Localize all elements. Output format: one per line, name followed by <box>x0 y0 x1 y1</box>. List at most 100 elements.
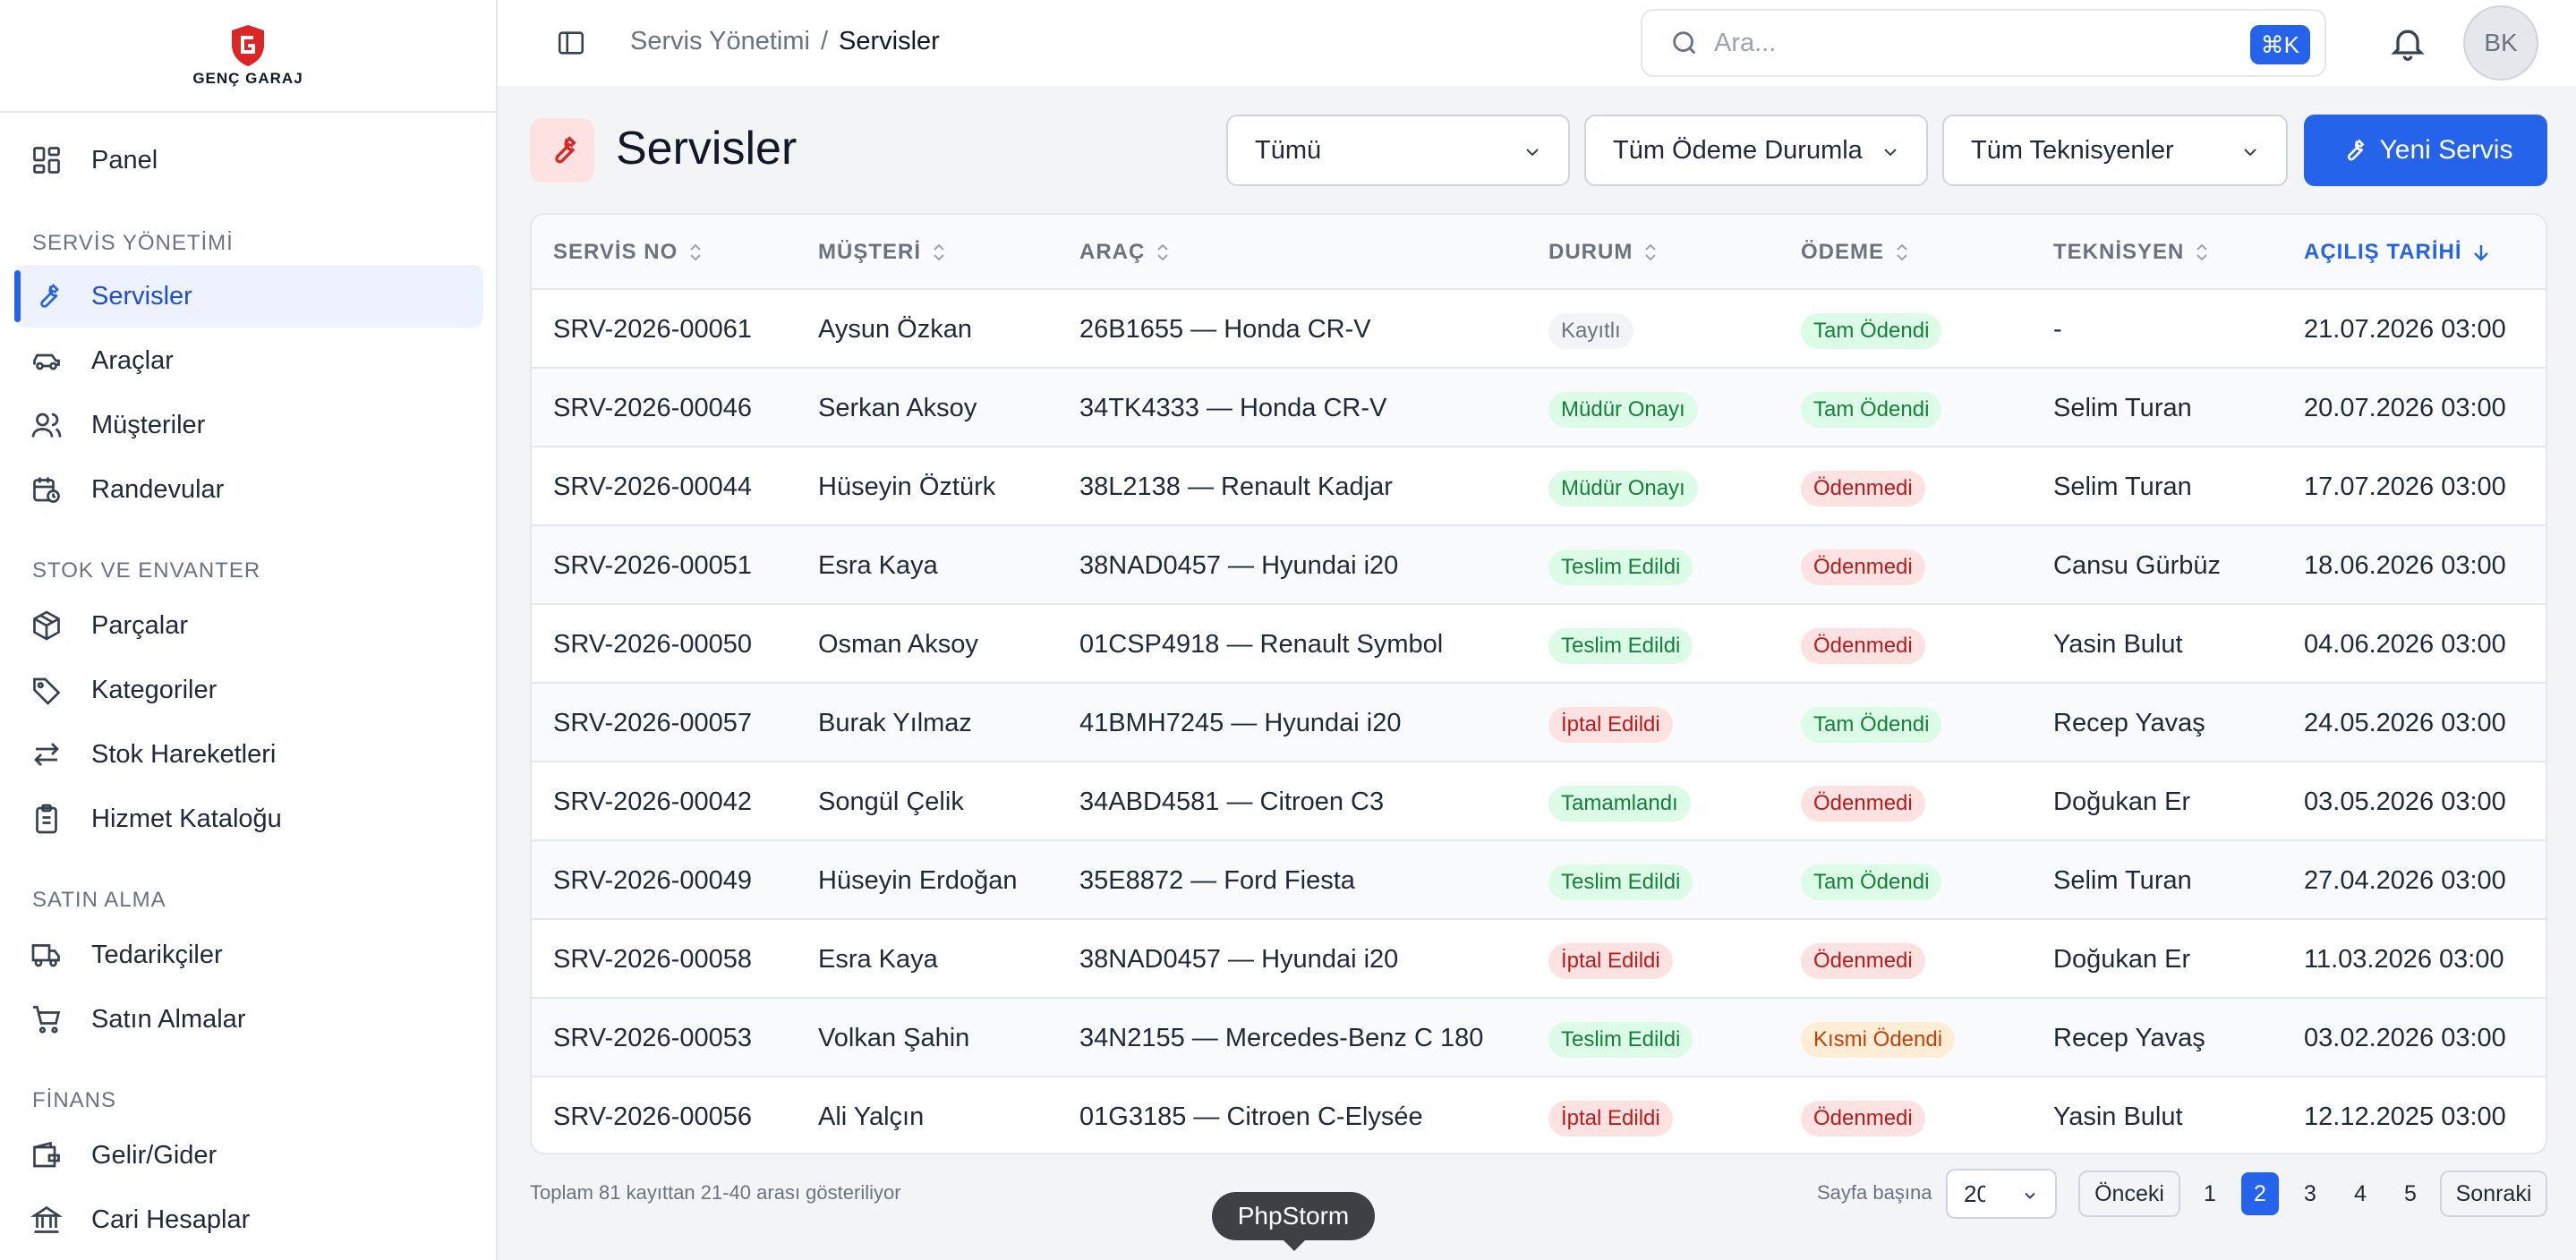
cell-service-no: SRV-2026-00049 <box>553 866 752 895</box>
cell-vehicle: 01G3185 — Citroen C-Elysée <box>1079 1102 1423 1131</box>
sidebar-item-parcalar[interactable]: Parçalar <box>14 594 483 657</box>
sidebar-item-cari-hesaplar[interactable]: Cari Hesaplar <box>14 1188 483 1251</box>
section-label-servis: SERVİS YÖNETİMİ <box>32 231 234 255</box>
sidebar-item-musteriler[interactable]: Müşteriler <box>14 394 483 456</box>
cell-service-no: SRV-2026-00057 <box>553 709 752 737</box>
truck-icon <box>29 937 64 973</box>
sidebar-item-tedarikciler[interactable]: Tedarikçiler <box>14 924 483 986</box>
avatar[interactable]: BK <box>2463 5 2538 81</box>
shield-logo-icon <box>232 25 264 66</box>
sidebar-item-servisler[interactable]: Servisler <box>14 265 483 328</box>
sidebar-item-randevular[interactable]: Randevular <box>14 458 483 521</box>
column-header-musteri[interactable]: MÜŞTERİ <box>818 240 948 265</box>
column-header-durum[interactable]: DURUM <box>1548 240 1659 265</box>
column-header-odeme[interactable]: ÖDEME <box>1801 240 1911 265</box>
sidebar-item-panel[interactable]: Panel <box>14 129 483 192</box>
technician-filter-select[interactable]: Tüm Teknisyenler <box>1942 115 2288 186</box>
table-row[interactable]: SRV-2026-00049 Hüseyin Erdoğan 35E8872 — F… <box>532 841 2546 920</box>
sort-icon <box>1897 243 1907 261</box>
search-box[interactable]: ⌘K <box>1641 9 2326 77</box>
table-row[interactable]: SRV-2026-00056 Ali Yalçın 01G3185 — Citroe… <box>532 1077 2546 1153</box>
payment-badge: Ödenmedi <box>1801 786 1925 822</box>
payment-badge: Tam Ödendi <box>1801 707 1942 743</box>
status-badge: Kayıtlı <box>1548 313 1633 349</box>
pagination-summary: Toplam 81 kayıttan 21-40 arası gösterili… <box>530 1181 901 1204</box>
status-badge: İptal Edildi <box>1548 943 1673 979</box>
table-row[interactable]: SRV-2026-00046 Serkan Aksoy 34TK4333 — Hon… <box>532 369 2546 447</box>
new-service-button[interactable]: Yeni Servis <box>2304 115 2547 186</box>
payment-filter-select[interactable]: Tüm Ödeme Durumla <box>1584 115 1928 186</box>
page-button-3[interactable]: 3 <box>2291 1172 2329 1215</box>
sidebar-item-araclar[interactable]: Araçlar <box>14 329 483 392</box>
clipboard-icon <box>29 801 64 837</box>
cell-service-no: SRV-2026-00051 <box>553 551 752 580</box>
cell-opening-date: 17.07.2026 03:00 <box>2304 472 2506 501</box>
page-wrench-icon <box>530 118 594 183</box>
cell-technician: Recep Yavaş <box>2053 1024 2205 1052</box>
cell-customer: Burak Yılmaz <box>818 709 972 737</box>
per-page-value: 20 <box>1964 1179 1985 1207</box>
cell-technician: Cansu Gürbüz <box>2053 551 2221 580</box>
breadcrumb: Servis Yönetimi / Servisler <box>630 27 940 56</box>
sidebar-item-kategoriler[interactable]: Kategoriler <box>14 659 483 721</box>
page-button-1[interactable]: 1 <box>2191 1172 2229 1215</box>
per-page-select[interactable]: 20 <box>1946 1169 2057 1219</box>
column-header-teknisyen[interactable]: TEKNİSYEN <box>2053 240 2211 265</box>
cell-service-no: SRV-2026-00056 <box>553 1102 752 1131</box>
cell-service-no: SRV-2026-00061 <box>553 315 752 344</box>
wrench-icon <box>2347 139 2365 161</box>
cell-service-no: SRV-2026-00042 <box>553 788 752 816</box>
cell-service-no: SRV-2026-00050 <box>553 630 752 659</box>
section-label-stok: STOK VE ENVANTER <box>32 558 261 583</box>
payment-badge: Ödenmedi <box>1801 943 1925 979</box>
cell-vehicle: 38L2138 — Renault Kadjar <box>1079 472 1393 501</box>
table-row[interactable]: SRV-2026-00058 Esra Kaya 38NAD0457 — Hyund… <box>532 920 2546 999</box>
services-table: SERVİS NO MÜŞTERİ ARAÇ DURUM ÖDEME TEKNİ… <box>530 213 2547 1154</box>
table-row[interactable]: SRV-2026-00051 Esra Kaya 38NAD0457 — Hyund… <box>532 526 2546 605</box>
search-input[interactable] <box>1714 28 2324 58</box>
column-header-arac[interactable]: ARAÇ <box>1079 240 1172 265</box>
sidebar-toggle-icon[interactable] <box>553 25 589 61</box>
technician-filter-value: Tüm Teknisyenler <box>1971 135 2174 165</box>
app-tooltip: PhpStorm <box>1212 1192 1375 1251</box>
breadcrumb-separator: / <box>820 27 828 55</box>
status-badge: Teslim Edildi <box>1548 1022 1693 1058</box>
sidebar-item-label: Hizmet Kataloğu <box>91 804 282 833</box>
status-badge: Teslim Edildi <box>1548 549 1693 585</box>
sidebar-item-label: Tedarikçiler <box>91 940 223 969</box>
cell-customer: Songül Çelik <box>818 788 964 816</box>
column-header-acilis-tarihi[interactable]: AÇILIŞ TARİHİ <box>2304 240 2491 265</box>
prev-page-button[interactable]: Önceki <box>2078 1171 2180 1217</box>
cell-opening-date: 24.05.2026 03:00 <box>2304 709 2506 737</box>
cell-technician: Yasin Bulut <box>2053 630 2183 659</box>
cell-technician: Yasin Bulut <box>2053 1102 2183 1131</box>
page-button-4[interactable]: 4 <box>2341 1172 2379 1215</box>
page-button-5[interactable]: 5 <box>2392 1172 2429 1215</box>
breadcrumb-parent[interactable]: Servis Yönetimi <box>630 27 810 55</box>
table-row[interactable]: SRV-2026-00053 Volkan Şahin 34N2155 — Merc… <box>532 999 2546 1077</box>
next-page-button[interactable]: Sonraki <box>2440 1171 2547 1217</box>
table-header: SERVİS NO MÜŞTERİ ARAÇ DURUM ÖDEME TEKNİ… <box>532 215 2546 290</box>
cell-customer: Esra Kaya <box>818 945 938 974</box>
arrow-down-icon <box>2473 245 2488 261</box>
sidebar-item-satin-almalar[interactable]: Satın Almalar <box>14 988 483 1051</box>
page-button-2[interactable]: 2 <box>2241 1172 2279 1215</box>
status-badge: Teslim Edildi <box>1548 628 1693 664</box>
sidebar-item-stok-hareketleri[interactable]: Stok Hareketleri <box>14 723 483 786</box>
payment-badge: Ödenmedi <box>1801 549 1925 585</box>
column-header-servis-no[interactable]: SERVİS NO <box>553 240 704 265</box>
table-row[interactable]: SRV-2026-00061 Aysun Özkan 26B1655 — Honda… <box>532 290 2546 369</box>
brand-logo[interactable]: GENÇ GARAJ <box>0 0 496 113</box>
payment-badge: Ödenmedi <box>1801 471 1925 507</box>
table-row[interactable]: SRV-2026-00044 Hüseyin Öztürk 38L2138 — Re… <box>532 447 2546 526</box>
bell-icon[interactable] <box>2388 23 2427 63</box>
status-badge: Teslim Edildi <box>1548 864 1693 900</box>
table-row[interactable]: SRV-2026-00057 Burak Yılmaz 41BMH7245 — Hy… <box>532 684 2546 762</box>
sidebar-item-hizmet-katalogu[interactable]: Hizmet Kataloğu <box>14 788 483 850</box>
cell-vehicle: 26B1655 — Honda CR-V <box>1079 315 1371 344</box>
table-row[interactable]: SRV-2026-00050 Osman Aksoy 01CSP4918 — Ren… <box>532 605 2546 684</box>
sidebar-item-gelir-gider[interactable]: Gelir/Gider <box>14 1124 483 1187</box>
status-filter-select[interactable]: Tümü <box>1226 115 1570 186</box>
table-row[interactable]: SRV-2026-00042 Songül Çelik 34ABD4581 — Ci… <box>532 762 2546 841</box>
sidebar-item-label: Cari Hesaplar <box>91 1205 251 1234</box>
